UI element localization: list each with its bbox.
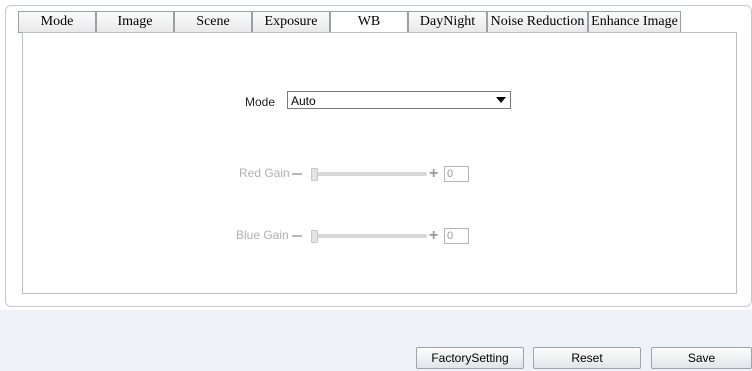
tab-image[interactable]: Image [96, 11, 174, 33]
blue-gain-label: Blue Gain [236, 228, 289, 242]
reset-button[interactable]: Reset [533, 347, 641, 369]
tab-scene[interactable]: Scene [174, 11, 252, 33]
blue-gain-input[interactable]: 0 [444, 228, 469, 244]
factory-setting-button[interactable]: FactorySetting [416, 347, 524, 369]
tab-noise-reduction[interactable]: Noise Reduction [487, 11, 588, 33]
red-gain-slider-track[interactable] [311, 172, 427, 176]
tab-daynight[interactable]: DayNight [408, 11, 487, 33]
tab-enhance-image[interactable]: Enhance Image [588, 11, 681, 33]
red-gain-input[interactable]: 0 [444, 166, 469, 182]
red-gain-label: Red Gain [239, 166, 290, 180]
tab-exposure[interactable]: Exposure [252, 11, 330, 33]
blue-gain-slider-thumb[interactable] [311, 230, 318, 243]
mode-select[interactable]: Auto [287, 91, 511, 109]
plus-icon[interactable]: + [429, 228, 438, 244]
tab-wb[interactable]: WB [330, 11, 408, 34]
mode-select-value: Auto [291, 94, 316, 108]
tab-mode[interactable]: Mode [18, 11, 96, 33]
chevron-down-icon [496, 97, 506, 103]
minus-icon[interactable] [292, 173, 302, 175]
red-gain-slider-thumb[interactable] [311, 168, 318, 181]
wb-settings-panel [22, 32, 737, 294]
blue-gain-slider-track[interactable] [311, 234, 427, 238]
plus-icon[interactable]: + [429, 166, 438, 182]
mode-label: Mode [245, 95, 276, 109]
save-button[interactable]: Save [651, 347, 752, 369]
minus-icon[interactable] [292, 235, 302, 237]
